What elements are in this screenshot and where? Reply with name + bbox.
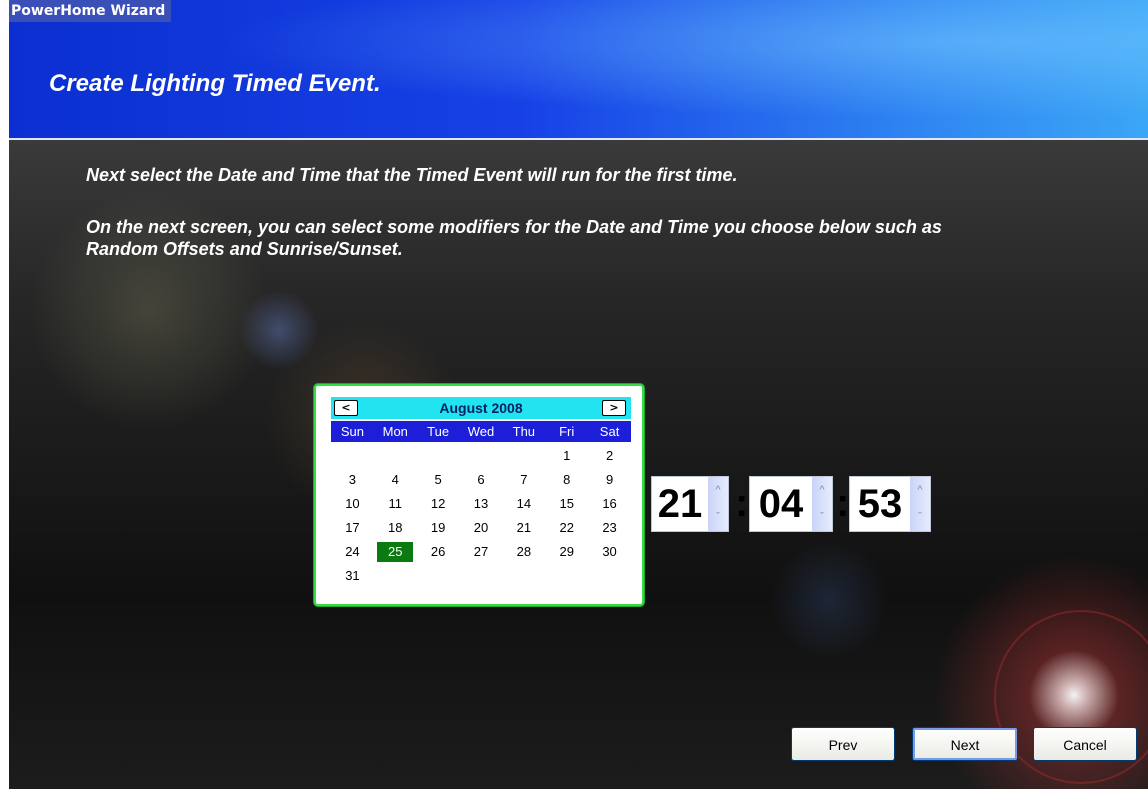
- minute-value[interactable]: 04: [750, 477, 812, 531]
- calendar-day[interactable]: 23: [592, 518, 628, 538]
- hour-spinner[interactable]: 21 ^ ˇ: [651, 476, 729, 532]
- weekday-label: Sat: [599, 424, 620, 439]
- cancel-button[interactable]: Cancel: [1033, 727, 1137, 761]
- minute-down-arrow-icon[interactable]: ˇ: [812, 504, 832, 531]
- calendar-day[interactable]: 2: [592, 446, 628, 466]
- second-spinner[interactable]: 53 ^ ˇ: [849, 476, 931, 532]
- calendar-day[interactable]: 29: [549, 542, 585, 562]
- intro-text-1: Next select the Date and Time that the T…: [86, 165, 738, 185]
- minute-spin-buttons[interactable]: ^ ˇ: [812, 477, 832, 531]
- calendar-day[interactable]: 9: [592, 470, 628, 490]
- time-separator: :: [836, 481, 850, 525]
- calendar-day[interactable]: 28: [506, 542, 542, 562]
- next-button[interactable]: Next: [912, 727, 1018, 761]
- calendar-day[interactable]: 16: [592, 494, 628, 514]
- weekday-label: Thu: [512, 424, 536, 439]
- calendar-day[interactable]: 31: [334, 566, 370, 586]
- minute-spinner[interactable]: 04 ^ ˇ: [749, 476, 833, 532]
- calendar-day[interactable]: 17: [334, 518, 370, 538]
- calendar-day[interactable]: 20: [463, 518, 499, 538]
- calendar-day[interactable]: 5: [420, 470, 456, 490]
- weekday-label: Fri: [559, 424, 575, 439]
- calendar-day[interactable]: 26: [420, 542, 456, 562]
- calendar-weekday-row: Sun Mon Tue Wed Thu Fri Sat: [331, 421, 631, 442]
- calendar-day[interactable]: 6: [463, 470, 499, 490]
- prev-button[interactable]: Prev: [791, 727, 895, 761]
- calendar-day-grid: 1 2 3 4 5 6 7 8 9 10 11 12 13 14 15 16 17 18 19 20 21 22 23 24 2…: [331, 444, 631, 594]
- calendar-day[interactable]: 12: [420, 494, 456, 514]
- weekday-label: Wed: [467, 424, 495, 439]
- hour-down-arrow-icon[interactable]: ˇ: [708, 504, 728, 531]
- second-up-arrow-icon[interactable]: ^: [910, 477, 930, 504]
- calendar-day[interactable]: 14: [506, 494, 542, 514]
- hour-spin-buttons[interactable]: ^ ˇ: [708, 477, 728, 531]
- calendar-day[interactable]: 8: [549, 470, 585, 490]
- wizard-window: PowerHome Wizard Create Lighting Timed E…: [9, 0, 1148, 789]
- calendar-day[interactable]: 13: [463, 494, 499, 514]
- window-title: PowerHome Wizard: [9, 0, 172, 22]
- hour-value[interactable]: 21: [652, 477, 708, 531]
- calendar-day[interactable]: 1: [549, 446, 585, 466]
- calendar-day[interactable]: 21: [506, 518, 542, 538]
- weekday-label: Sun: [340, 424, 364, 439]
- second-down-arrow-icon[interactable]: ˇ: [910, 504, 930, 531]
- calendar-day[interactable]: 3: [334, 470, 370, 490]
- calendar-header: August 2008 < >: [331, 397, 631, 419]
- hour-up-arrow-icon[interactable]: ^: [708, 477, 728, 504]
- calendar-day[interactable]: 18: [377, 518, 413, 538]
- second-spin-buttons[interactable]: ^ ˇ: [910, 477, 930, 531]
- second-value[interactable]: 53: [850, 477, 910, 531]
- calendar-day[interactable]: 27: [463, 542, 499, 562]
- weekday-label: Tue: [427, 424, 450, 439]
- calendar-day[interactable]: 15: [549, 494, 585, 514]
- lens-flare-decoration: [769, 540, 889, 660]
- calendar-month-label: August 2008: [439, 400, 523, 416]
- date-calendar: August 2008 < > Sun Mon Tue Wed Thu Fri Sat 12…: [314, 384, 644, 606]
- calendar-day[interactable]: 4: [377, 470, 413, 490]
- weekday-label: Mon: [382, 424, 408, 439]
- calendar-day[interactable]: 24: [334, 542, 370, 562]
- calendar-day[interactable]: 30: [592, 542, 628, 562]
- calendar-day[interactable]: 10: [334, 494, 370, 514]
- time-separator: :: [735, 481, 749, 525]
- calendar-prev-month-button[interactable]: <: [334, 400, 358, 416]
- page-title: Create Lighting Timed Event.: [49, 70, 381, 97]
- calendar-day[interactable]: 22: [549, 518, 585, 538]
- calendar-day[interactable]: 7: [506, 470, 542, 490]
- header-banner: PowerHome Wizard Create Lighting Timed E…: [9, 0, 1148, 140]
- calendar-day[interactable]: 11: [377, 494, 413, 514]
- calendar-day-selected[interactable]: 25: [377, 542, 414, 562]
- calendar-next-month-button[interactable]: >: [602, 400, 626, 416]
- minute-up-arrow-icon[interactable]: ^: [812, 477, 832, 504]
- calendar-day[interactable]: 19: [420, 518, 456, 538]
- title-bar: [9, 0, 1148, 34]
- intro-text-2: On the next screen, you can select some …: [86, 217, 942, 259]
